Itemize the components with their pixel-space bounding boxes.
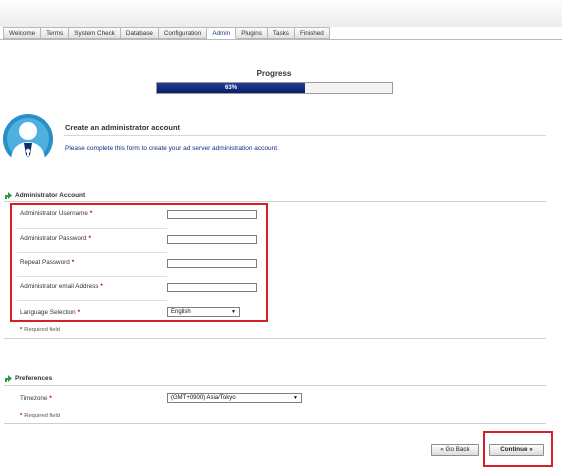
tab-admin[interactable]: Admin [207, 27, 237, 39]
chevron-down-icon: ▼ [293, 395, 298, 401]
tab-welcome[interactable]: Welcome [3, 27, 42, 39]
administrator-user-icon [3, 114, 53, 165]
progress-title: Progress [256, 69, 292, 78]
intro-description: Please complete this form to create your… [65, 145, 279, 152]
tab-system-check[interactable]: System Check [69, 27, 121, 39]
form-highlight-box [10, 203, 268, 322]
section-divider [4, 423, 546, 424]
administrator-account-heading: Administrator Account [15, 192, 86, 199]
tab-database[interactable]: Database [120, 27, 159, 39]
timezone-label: Timezone * [20, 395, 52, 402]
continue-highlight-box [483, 431, 553, 467]
intro-title: Create an administrator account [65, 123, 181, 132]
progress-percent: 63% [225, 85, 238, 91]
tab-plugins[interactable]: Plugins [236, 27, 268, 39]
section-divider [4, 201, 546, 202]
tab-tasks[interactable]: Tasks [267, 27, 295, 39]
section-divider [4, 385, 546, 386]
tab-underline [0, 39, 562, 40]
required-field-note: * Required field [20, 413, 61, 419]
green-arrow-icon [5, 192, 12, 199]
preferences-heading: Preferences [15, 375, 53, 382]
intro-divider [64, 135, 546, 136]
section-divider [4, 338, 546, 339]
green-arrow-icon [5, 375, 12, 382]
required-asterisk: * [49, 395, 52, 402]
tab-terms[interactable]: Terms [41, 27, 70, 39]
go-back-button[interactable]: « Go Back [431, 444, 479, 456]
progress-bar: 63% [156, 82, 393, 94]
timezone-selected-value: (GMT+0900) Asia/Tokyo [171, 395, 236, 401]
tab-finished[interactable]: Finished [294, 27, 330, 39]
required-field-note: * Required field [20, 327, 61, 333]
top-header-band [0, 0, 562, 27]
wizard-tabs: Welcome Terms System Check Database Conf… [3, 27, 330, 39]
tab-configuration[interactable]: Configuration [158, 27, 208, 39]
timezone-select[interactable]: (GMT+0900) Asia/Tokyo ▼ [167, 393, 302, 403]
